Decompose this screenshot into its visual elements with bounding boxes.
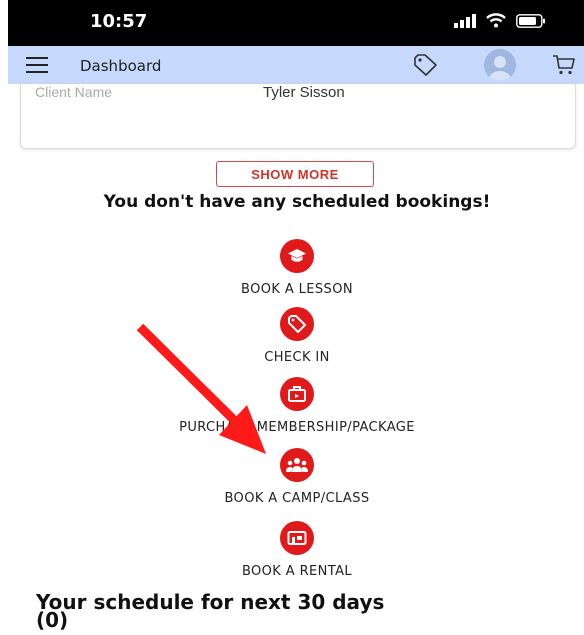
tag-icon <box>288 315 306 333</box>
briefcase-icon <box>288 386 306 402</box>
action-icon-circle <box>280 239 314 273</box>
action-icon-circle <box>280 307 314 341</box>
tag-icon[interactable] <box>413 53 439 77</box>
book-lesson-button[interactable]: BOOK A LESSON <box>0 239 584 297</box>
user-icon <box>489 56 511 81</box>
action-label: BOOK A RENTAL <box>241 564 353 579</box>
menu-icon[interactable] <box>26 57 48 73</box>
client-card: Client Name Tyler Sisson <box>20 84 576 149</box>
graduation-cap-icon <box>288 249 306 262</box>
battery-icon <box>516 13 545 28</box>
client-name-value: Tyler Sisson <box>263 84 345 101</box>
action-icon-circle <box>280 521 314 555</box>
action-label: BOOK A LESSON <box>241 282 353 297</box>
purchase-membership-package-button[interactable]: PURCHASE MEMBERSHIP/PACKAGE <box>0 377 584 435</box>
group-icon <box>286 458 308 472</box>
status-time: 10:57 <box>90 11 148 32</box>
status-icons <box>454 13 546 28</box>
schedule-title: Your schedule for next 30 days <box>36 590 385 614</box>
action-label: CHECK IN <box>264 350 330 365</box>
app-bar: Dashboard <box>8 46 584 84</box>
signal-icon <box>454 13 476 28</box>
wifi-icon <box>486 13 506 28</box>
action-icon-circle <box>280 448 314 482</box>
client-name-label: Client Name <box>35 84 113 100</box>
page-title: Dashboard <box>80 57 162 75</box>
action-label: PURCHASE MEMBERSHIP/PACKAGE <box>179 420 415 435</box>
no-bookings-message: You don't have any scheduled bookings! <box>103 192 491 212</box>
storefront-icon <box>287 531 307 545</box>
schedule-heading: Your schedule for next 30 days (0) <box>36 590 556 632</box>
cart-icon[interactable] <box>552 54 576 76</box>
schedule-count: (0) <box>36 608 69 632</box>
avatar[interactable] <box>484 49 516 81</box>
status-bar: 10:57 <box>8 0 584 46</box>
book-camp-class-button[interactable]: BOOK A CAMP/CLASS <box>0 448 584 506</box>
action-icon-circle <box>280 377 314 411</box>
show-more-button[interactable]: SHOW MORE <box>216 161 374 187</box>
book-rental-button[interactable]: BOOK A RENTAL <box>0 521 584 579</box>
action-label: BOOK A CAMP/CLASS <box>224 491 370 506</box>
check-in-button[interactable]: CHECK IN <box>0 307 584 365</box>
